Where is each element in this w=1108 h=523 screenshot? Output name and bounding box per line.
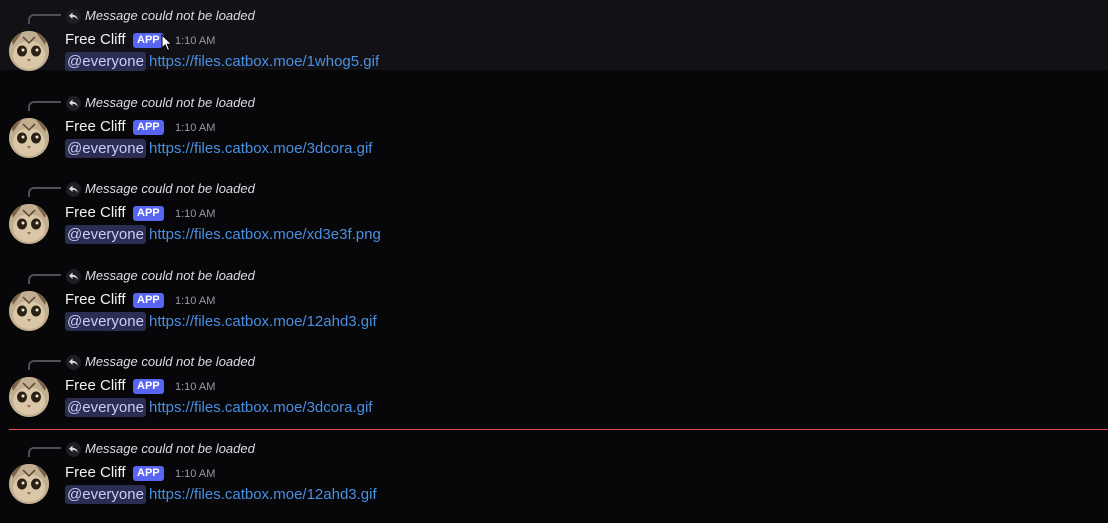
- avatar[interactable]: [9, 291, 49, 331]
- reply-spine: [28, 274, 61, 284]
- everyone-mention[interactable]: @everyone: [65, 398, 146, 417]
- username[interactable]: Free Cliff: [65, 464, 126, 482]
- reply-unavailable-text[interactable]: Message could not be loaded: [85, 268, 255, 284]
- message[interactable]: Message could not be loaded Free Cliff A…: [0, 260, 1108, 331]
- reply-arrow-icon: [66, 355, 81, 370]
- everyone-mention[interactable]: @everyone: [65, 139, 146, 158]
- app-badge: APP: [133, 120, 164, 135]
- avatar[interactable]: [9, 31, 49, 71]
- new-messages-divider: [9, 429, 1108, 430]
- timestamp[interactable]: 1:10 AM: [175, 208, 215, 221]
- app-badge: APP: [133, 293, 164, 308]
- username[interactable]: Free Cliff: [65, 118, 126, 136]
- message[interactable]: Message could not be loaded Free Cliff A…: [0, 433, 1108, 504]
- reply-unavailable-text[interactable]: Message could not be loaded: [85, 8, 255, 24]
- cat-avatar-icon: [9, 118, 49, 158]
- app-badge: APP: [133, 33, 164, 48]
- reply-spine: [28, 360, 61, 370]
- reply-arrow-icon: [66, 9, 81, 24]
- message-list[interactable]: Message could not be loaded Free Cliff A…: [0, 0, 1108, 523]
- cat-avatar-icon: [9, 204, 49, 244]
- attachment-link[interactable]: https://files.catbox.moe/3dcora.gif: [149, 398, 372, 417]
- avatar[interactable]: [9, 118, 49, 158]
- everyone-mention[interactable]: @everyone: [65, 485, 146, 504]
- username[interactable]: Free Cliff: [65, 31, 126, 49]
- attachment-link[interactable]: https://files.catbox.moe/12ahd3.gif: [149, 312, 377, 331]
- reply-arrow-icon: [66, 269, 81, 284]
- reply-spine: [28, 14, 61, 24]
- message[interactable]: Message could not be loaded Free Cliff A…: [0, 87, 1108, 158]
- reply-arrow-icon: [66, 442, 81, 457]
- username[interactable]: Free Cliff: [65, 377, 126, 395]
- attachment-link[interactable]: https://files.catbox.moe/3dcora.gif: [149, 139, 372, 158]
- cat-avatar-icon: [9, 31, 49, 71]
- message[interactable]: Message could not be loaded Free Cliff A…: [0, 346, 1108, 417]
- reply-arrow-icon: [66, 96, 81, 111]
- everyone-mention[interactable]: @everyone: [65, 312, 146, 331]
- app-badge: APP: [133, 379, 164, 394]
- reply-spine: [28, 187, 61, 197]
- reply-spine: [28, 101, 61, 111]
- reply-arrow-icon: [66, 182, 81, 197]
- attachment-link[interactable]: https://files.catbox.moe/xd3e3f.png: [149, 225, 381, 244]
- app-badge: APP: [133, 466, 164, 481]
- username[interactable]: Free Cliff: [65, 291, 126, 309]
- timestamp[interactable]: 1:10 AM: [175, 35, 215, 48]
- timestamp[interactable]: 1:10 AM: [175, 122, 215, 135]
- timestamp[interactable]: 1:10 AM: [175, 468, 215, 481]
- username[interactable]: Free Cliff: [65, 204, 126, 222]
- reply-unavailable-text[interactable]: Message could not be loaded: [85, 95, 255, 111]
- everyone-mention[interactable]: @everyone: [65, 52, 146, 71]
- reply-spine: [28, 447, 61, 457]
- message[interactable]: Message could not be loaded Free Cliff A…: [0, 173, 1108, 244]
- avatar[interactable]: [9, 464, 49, 504]
- reply-unavailable-text[interactable]: Message could not be loaded: [85, 354, 255, 370]
- app-badge: APP: [133, 206, 164, 221]
- reply-unavailable-text[interactable]: Message could not be loaded: [85, 181, 255, 197]
- everyone-mention[interactable]: @everyone: [65, 225, 146, 244]
- attachment-link[interactable]: https://files.catbox.moe/1whog5.gif: [149, 52, 379, 71]
- timestamp[interactable]: 1:10 AM: [175, 381, 215, 394]
- mouse-cursor-icon: [161, 34, 173, 52]
- attachment-link[interactable]: https://files.catbox.moe/12ahd3.gif: [149, 485, 377, 504]
- reply-unavailable-text[interactable]: Message could not be loaded: [85, 441, 255, 457]
- cat-avatar-icon: [9, 377, 49, 417]
- avatar[interactable]: [9, 377, 49, 417]
- cat-avatar-icon: [9, 464, 49, 504]
- cat-avatar-icon: [9, 291, 49, 331]
- avatar[interactable]: [9, 204, 49, 244]
- timestamp[interactable]: 1:10 AM: [175, 295, 215, 308]
